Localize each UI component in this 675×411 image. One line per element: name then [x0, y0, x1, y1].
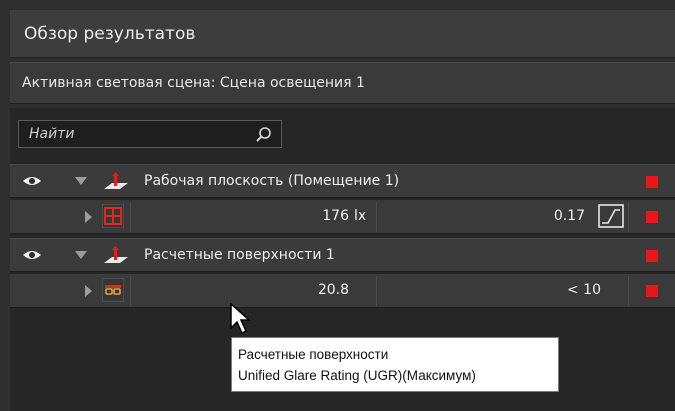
mouse-pointer-icon [230, 302, 251, 335]
result-unit: lx [354, 208, 367, 224]
limit-value: < 10 [567, 282, 601, 298]
group-label: Расчетные поверхности 1 [144, 247, 335, 263]
panel-title-bar: Обзор результатов [10, 10, 675, 58]
column-divider [628, 276, 629, 306]
expand-arrow-icon[interactable] [83, 284, 93, 298]
tooltip-line-1: Расчетные поверхности [238, 347, 389, 362]
status-flag [646, 250, 658, 262]
uniformity-value: 0.17 [553, 208, 585, 224]
tooltip: Расчетные поверхности Unified Glare Rati… [231, 337, 559, 392]
glare-icon-box [102, 278, 124, 302]
search-input[interactable] [27, 125, 251, 143]
eye-icon[interactable] [22, 173, 42, 189]
result-row-ugr[interactable]: 20.8 < 10 [10, 274, 675, 308]
result-value: 176 [322, 208, 349, 224]
grid-icon [104, 207, 122, 225]
work-plane-icon [104, 172, 128, 189]
active-scene-bar[interactable]: Активная световая сцена: Сцена освещения… [10, 62, 675, 104]
eye-icon[interactable] [22, 247, 42, 263]
status-flag [646, 285, 658, 297]
column-divider [376, 202, 377, 232]
panel-title: Обзор результатов [24, 23, 196, 44]
group-label: Рабочая плоскость (Помещение 1) [144, 173, 400, 189]
column-divider [130, 202, 131, 232]
search-box[interactable] [18, 120, 282, 148]
column-divider [130, 276, 131, 306]
collapse-arrow-icon[interactable] [74, 175, 88, 187]
expand-arrow-icon[interactable] [83, 210, 93, 224]
glare-icon [105, 285, 121, 295]
grid-icon-box [102, 204, 124, 228]
tooltip-line-2: Unified Glare Rating (UGR)(Максимум) [238, 368, 476, 383]
result-value: 20.8 [317, 282, 349, 298]
calc-surface-icon [104, 246, 128, 263]
status-flag [646, 211, 658, 223]
column-divider [628, 202, 629, 232]
search-icon[interactable] [253, 125, 273, 145]
active-scene-label: Активная световая сцена: Сцена освещения… [22, 75, 365, 91]
column-divider [376, 276, 377, 306]
status-flag [646, 176, 658, 188]
collapse-arrow-icon[interactable] [74, 249, 88, 261]
curve-graph-icon[interactable] [598, 204, 624, 228]
group-row-calc-surfaces[interactable]: Расчетные поверхности 1 [10, 238, 675, 272]
result-row-illuminance[interactable]: 176 lx 0.17 [10, 200, 675, 234]
group-row-work-plane[interactable]: Рабочая плоскость (Помещение 1) [10, 164, 675, 198]
